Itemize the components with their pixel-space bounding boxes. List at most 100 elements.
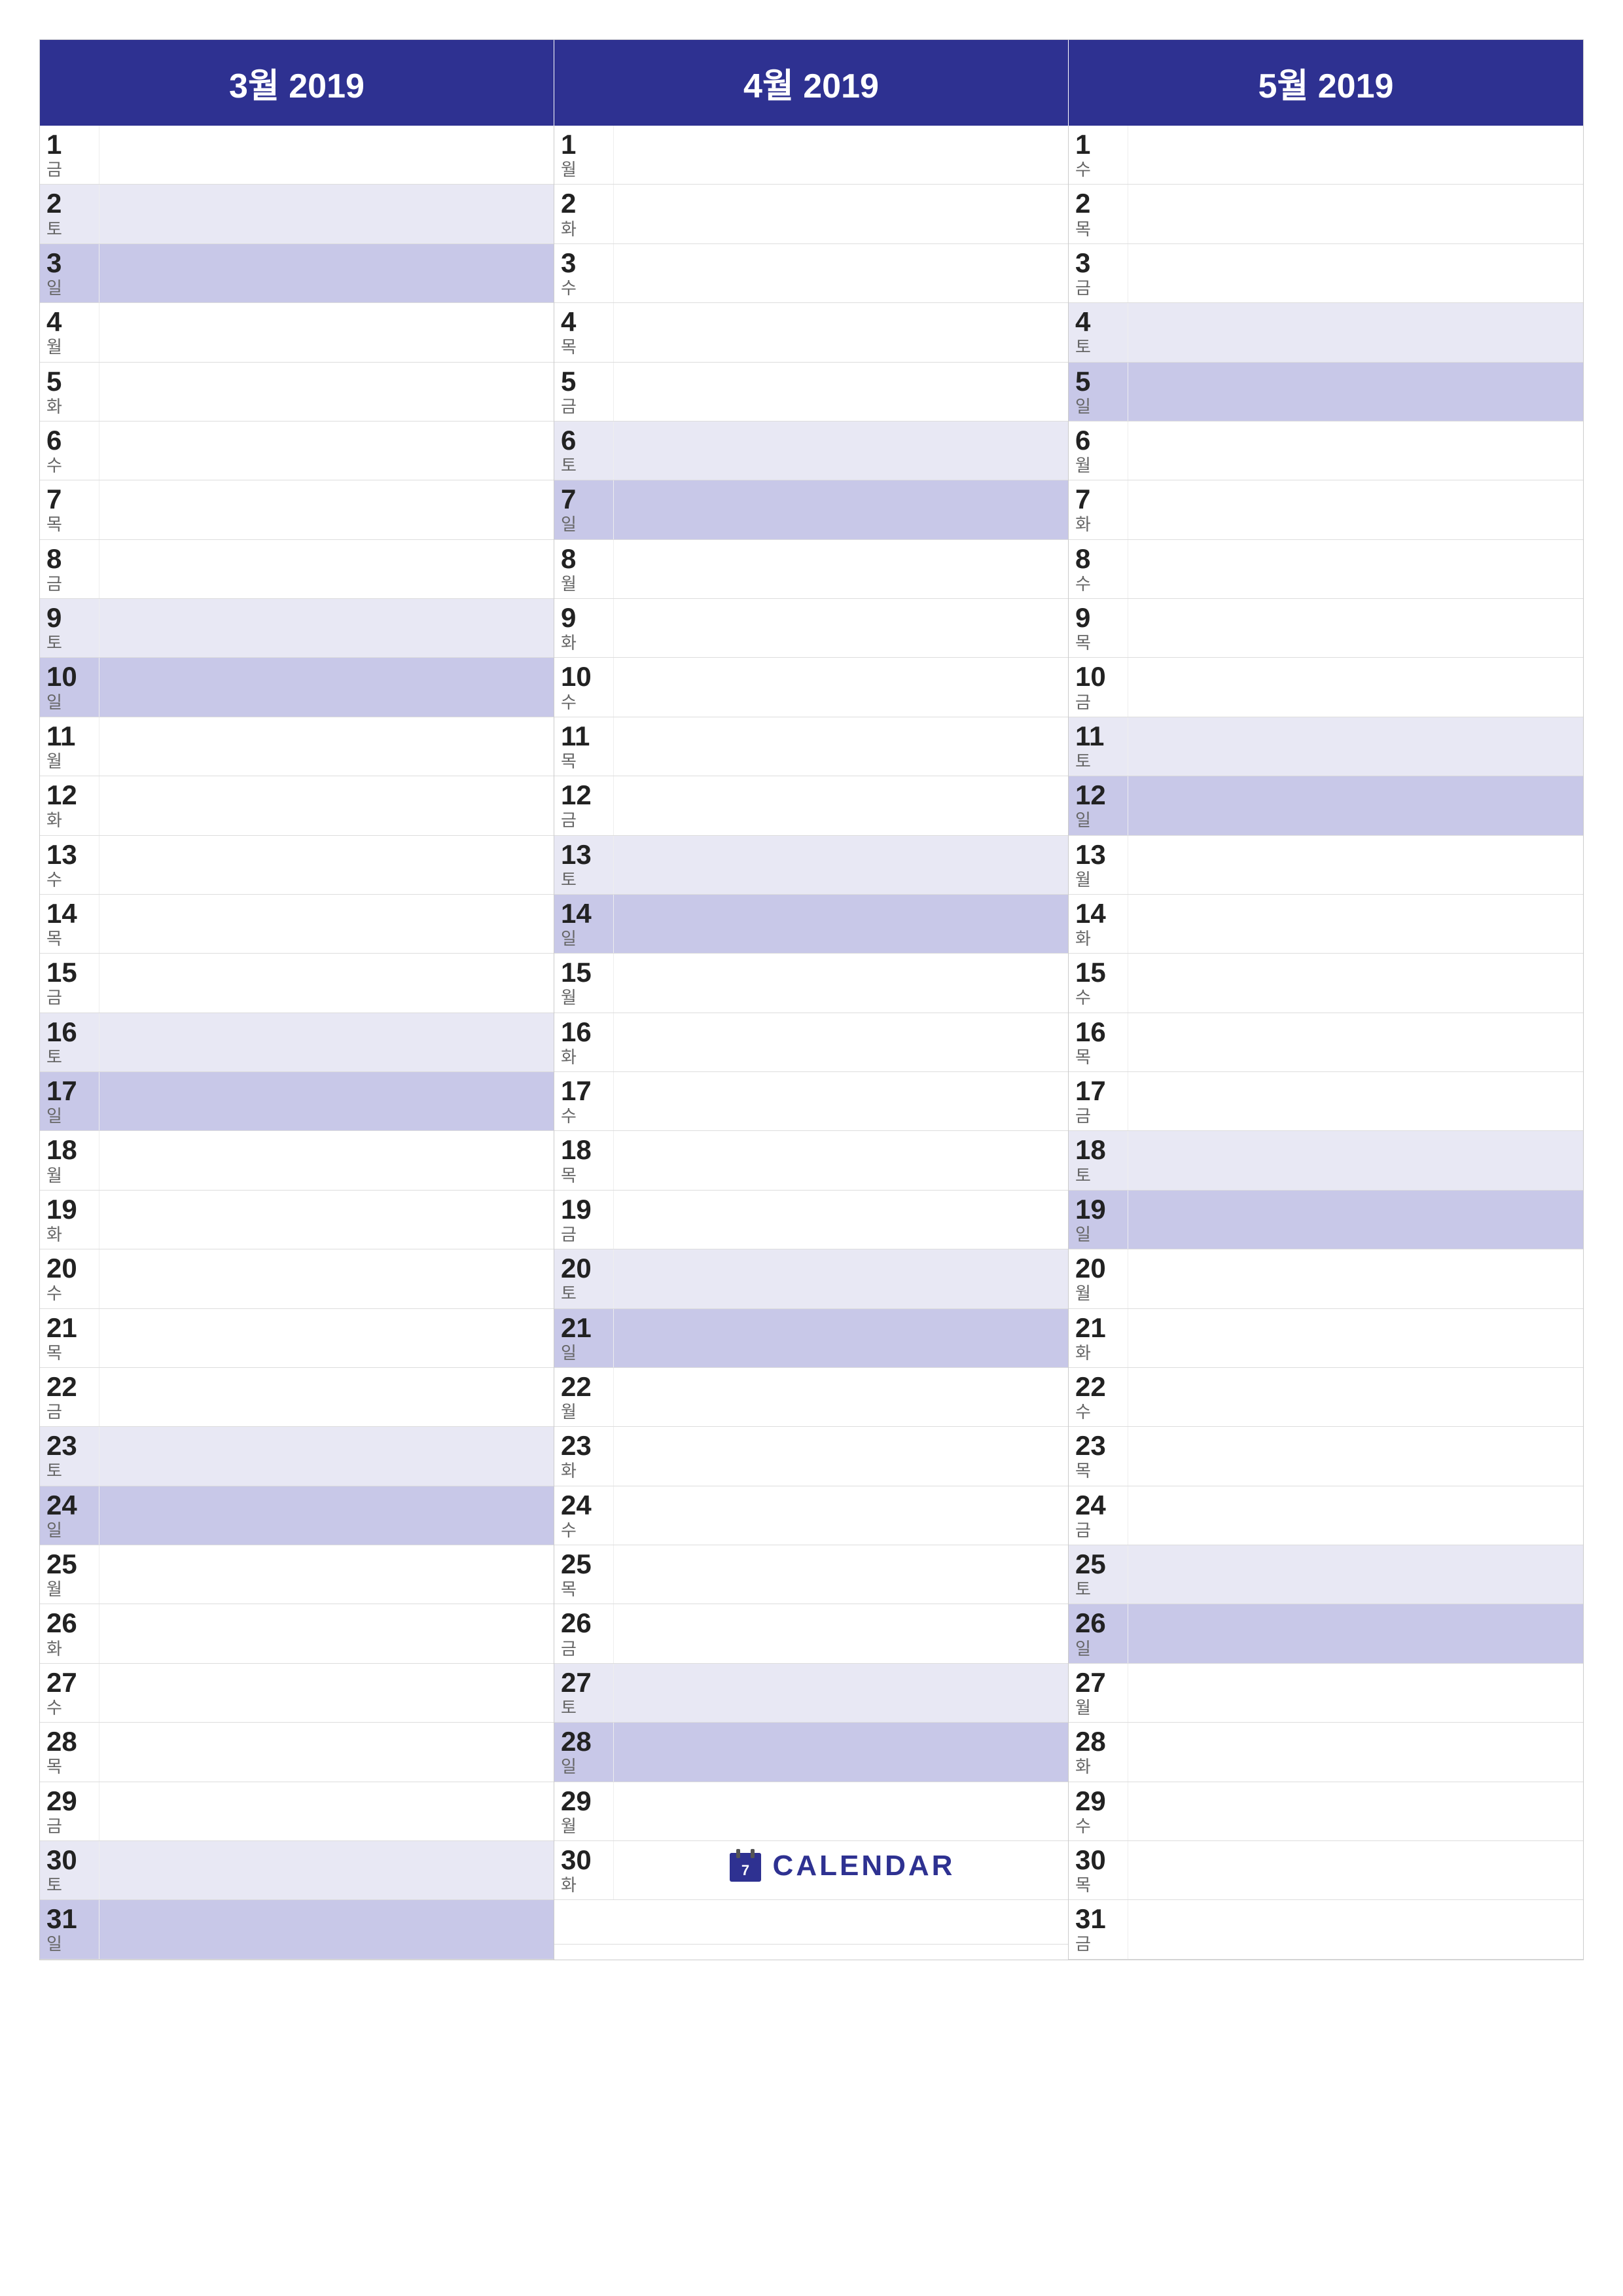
day-row: 27토 xyxy=(554,1664,1068,1723)
day-number: 8 xyxy=(561,544,576,574)
day-name: 일 xyxy=(1075,397,1091,417)
day-content xyxy=(99,1427,554,1485)
day-name: 수 xyxy=(1075,160,1091,180)
day-row: 8월 xyxy=(554,540,1068,599)
day-number-block: 12일 xyxy=(1069,776,1128,834)
header-row: 3월 2019 4월 2019 5월 2019 xyxy=(40,40,1583,126)
day-name: 일 xyxy=(561,929,577,949)
day-number: 13 xyxy=(1075,840,1106,870)
day-row: 13월 xyxy=(1069,836,1583,895)
day-row: 4월 xyxy=(40,303,554,362)
day-content xyxy=(99,480,554,539)
day-row: 8금 xyxy=(40,540,554,599)
day-content xyxy=(613,422,1068,480)
day-number: 14 xyxy=(1075,899,1106,929)
day-number-block: 2화 xyxy=(554,185,613,243)
day-row: 11목 xyxy=(554,717,1068,776)
day-row: 6수 xyxy=(40,422,554,480)
day-name: 수 xyxy=(1075,1816,1091,1837)
day-number: 17 xyxy=(46,1076,77,1106)
day-row: 16화 xyxy=(554,1013,1068,1072)
day-number-block: 2목 xyxy=(1069,185,1128,243)
day-number-block: 18목 xyxy=(554,1131,613,1189)
day-content xyxy=(613,1782,1068,1840)
day-content xyxy=(1128,658,1583,716)
day-row: 14화 xyxy=(1069,895,1583,954)
day-row: 30화7CALENDAR xyxy=(554,1841,1068,1900)
day-row: 21일 xyxy=(554,1309,1068,1368)
day-number-block: 17금 xyxy=(1069,1072,1128,1130)
day-row: 21화 xyxy=(1069,1309,1583,1368)
day-content xyxy=(99,1309,554,1367)
day-row: 18토 xyxy=(1069,1131,1583,1190)
day-number: 19 xyxy=(1075,1194,1106,1225)
day-number-block: 24수 xyxy=(554,1486,613,1545)
day-content xyxy=(613,658,1068,716)
day-number-block: 28화 xyxy=(1069,1723,1128,1781)
day-name: 월 xyxy=(561,574,577,594)
day-content xyxy=(613,1723,1068,1781)
day-name: 월 xyxy=(561,1816,577,1837)
day-number: 27 xyxy=(561,1668,592,1698)
day-row: 25목 xyxy=(554,1545,1068,1604)
day-row: 21목 xyxy=(40,1309,554,1368)
day-name: 일 xyxy=(46,1520,62,1541)
day-content xyxy=(99,244,554,302)
day-row: 24금 xyxy=(1069,1486,1583,1545)
day-row: 22수 xyxy=(1069,1368,1583,1427)
day-name: 목 xyxy=(46,1343,62,1363)
day-content xyxy=(99,954,554,1012)
day-row: 27수 xyxy=(40,1664,554,1723)
day-number-block: 30목 xyxy=(1069,1841,1128,1899)
day-name: 월 xyxy=(1075,870,1091,890)
day-number: 5 xyxy=(1075,367,1090,397)
day-content xyxy=(99,1664,554,1722)
day-content xyxy=(99,1486,554,1545)
day-number-block: 5금 xyxy=(554,363,613,421)
day-content xyxy=(1128,1782,1583,1840)
day-number-block: 6토 xyxy=(554,422,613,480)
day-number: 25 xyxy=(46,1549,77,1579)
day-row: 23목 xyxy=(1069,1427,1583,1486)
day-name: 일 xyxy=(1075,1225,1091,1245)
day-content xyxy=(99,1782,554,1840)
day-number-block: 31금 xyxy=(1069,1900,1128,1958)
day-row: 29월 xyxy=(554,1782,1068,1841)
day-row: 3수 xyxy=(554,244,1068,303)
day-row: 2목 xyxy=(1069,185,1583,243)
day-number-block: 28목 xyxy=(40,1723,99,1781)
day-content xyxy=(613,244,1068,302)
day-content xyxy=(1128,1131,1583,1189)
day-number-block: 4목 xyxy=(554,303,613,361)
day-row: 3금 xyxy=(1069,244,1583,303)
day-name: 월 xyxy=(46,751,62,772)
day-number: 18 xyxy=(561,1135,592,1165)
day-number-block: 19금 xyxy=(554,1191,613,1249)
day-name: 화 xyxy=(561,219,577,240)
day-number-block: 16화 xyxy=(554,1013,613,1071)
day-number: 1 xyxy=(46,130,62,160)
day-row: 11토 xyxy=(1069,717,1583,776)
day-number-block: 8월 xyxy=(554,540,613,598)
day-name: 금 xyxy=(1075,278,1091,298)
day-number: 24 xyxy=(46,1490,77,1520)
day-name: 토 xyxy=(1075,1579,1091,1600)
day-content xyxy=(613,126,1068,184)
day-number-block: 14일 xyxy=(554,895,613,953)
day-name: 일 xyxy=(46,692,62,713)
day-name: 금 xyxy=(46,160,62,180)
day-number-block: 7일 xyxy=(554,480,613,539)
day-name: 일 xyxy=(561,1757,577,1777)
day-name: 수 xyxy=(46,456,62,476)
day-number-block: 13토 xyxy=(554,836,613,894)
day-row: 15월 xyxy=(554,954,1068,1013)
day-content xyxy=(1128,895,1583,953)
day-row: 24수 xyxy=(554,1486,1068,1545)
day-number: 22 xyxy=(561,1372,592,1402)
day-name: 토 xyxy=(1075,1166,1091,1186)
day-row: 23토 xyxy=(40,1427,554,1486)
month-column-april: 1월2화3수4목5금6토7일8월9화10수11목12금13토14일15월16화1… xyxy=(554,126,1069,1960)
day-number: 11 xyxy=(1075,721,1104,751)
day-content xyxy=(99,836,554,894)
day-number: 30 xyxy=(561,1845,592,1875)
